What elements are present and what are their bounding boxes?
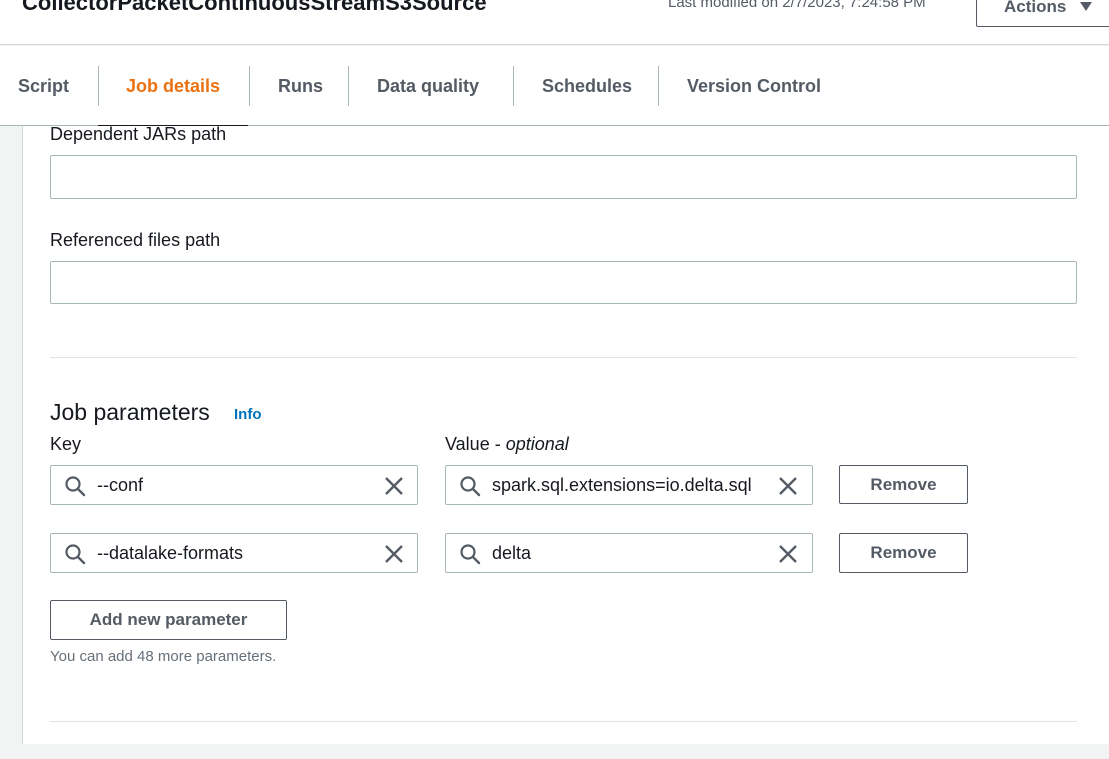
remove-parameter-button[interactable]: Remove [839,533,968,573]
search-icon [460,544,481,565]
tab-runs[interactable]: Runs [278,46,323,126]
job-title: CollectorPacketContinuousStreamS3Source [22,0,487,15]
search-icon [460,476,481,497]
section-divider [50,357,1077,358]
key-column-header: Key [50,434,82,454]
close-icon[interactable] [383,543,405,565]
remove-parameter-button[interactable]: Remove [839,465,968,504]
section-divider [50,721,1077,722]
tab-divider [513,66,514,106]
close-icon[interactable] [777,543,799,565]
tab-job-details[interactable]: Job details [98,46,249,127]
tab-version-control[interactable]: Version Control [687,46,821,126]
parameter-value-input[interactable]: delta [445,533,813,573]
job-details-panel: Dependent JARs path Referenced files pat… [22,124,1109,744]
page-header: CollectorPacketContinuousStreamS3Source … [0,0,1109,45]
search-icon [65,544,86,565]
dependent-jars-input[interactable] [50,155,1077,199]
optional-label: optional [505,434,569,454]
last-modified-text: Last modified on 2/7/2023, 7:24:58 PM [668,0,926,11]
caret-down-icon [1080,2,1093,11]
parameter-key-input[interactable]: --datalake-formats [50,533,418,573]
value-header-text: Value - [445,434,506,454]
referenced-files-input[interactable] [50,261,1077,304]
value-column-header: Value - optional [445,434,569,455]
job-parameters-title: Job parameters [50,399,210,425]
horizontal-scroll-area [0,744,1109,759]
tab-divider [249,66,250,106]
parameter-key-value: --conf [97,475,144,495]
close-icon[interactable] [383,475,405,497]
search-icon [65,476,86,497]
parameter-limit-hint: You can add 48 more parameters. [50,648,277,665]
add-new-parameter-button[interactable]: Add new parameter [50,600,287,640]
parameter-key-input[interactable]: --conf [50,465,418,505]
actions-button[interactable]: Actions [976,0,1109,27]
tab-divider [348,66,349,106]
tab-data-quality[interactable]: Data quality [377,46,479,126]
tab-script[interactable]: Script [18,46,69,126]
parameter-value-value: spark.sql.extensions=io.delta.sql [492,475,752,495]
parameter-value-value: delta [492,543,532,563]
tab-schedules[interactable]: Schedules [542,46,632,126]
info-link[interactable]: Info [234,406,262,423]
parameter-value-input[interactable]: spark.sql.extensions=io.delta.sql [445,465,813,505]
parameter-key-value: --datalake-formats [97,543,244,563]
tab-divider [658,66,659,106]
referenced-files-label: Referenced files path [50,230,221,250]
actions-label: Actions [1004,0,1067,16]
tab-bar: Script Job details Runs Data quality Sch… [0,46,1109,127]
dependent-jars-label: Dependent JARs path [50,124,227,144]
close-icon[interactable] [777,475,799,497]
